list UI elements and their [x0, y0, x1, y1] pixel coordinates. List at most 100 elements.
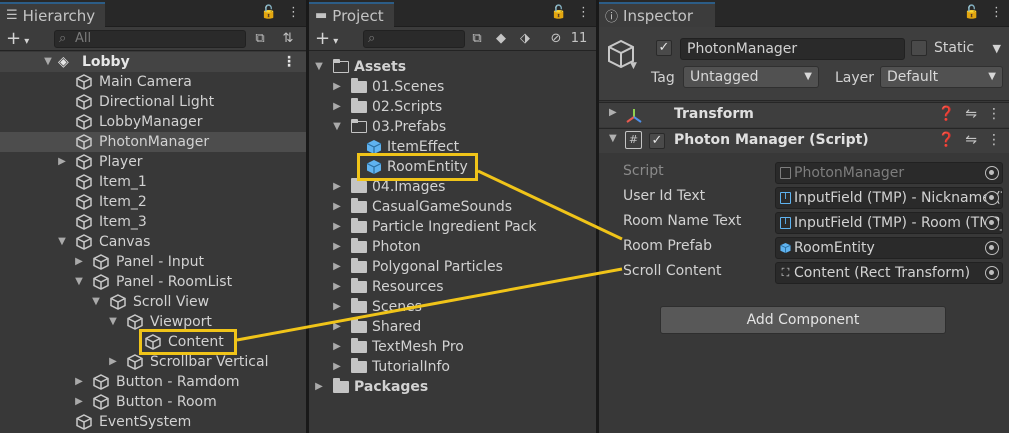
object-picker-icon[interactable]: [985, 166, 999, 180]
object-picker-icon[interactable]: [985, 216, 999, 230]
user-id-text-object-field[interactable]: I InputField (TMP) - Nickname (TMP_Input…: [775, 187, 1003, 209]
hierarchy-item[interactable]: ▶ Panel - Input: [0, 252, 306, 272]
collapse-arrow-icon[interactable]: ▶: [56, 152, 68, 172]
hierarchy-item[interactable]: Item_2: [0, 192, 306, 212]
component-enabled-checkbox[interactable]: ✓: [649, 133, 665, 149]
lock-icon[interactable]: 🔓: [551, 5, 567, 20]
collapse-arrow-icon[interactable]: ▶: [107, 352, 119, 372]
project-folder-item[interactable]: ▶ Particle Ingredient Pack: [309, 217, 596, 237]
project-folder-item[interactable]: ▼ Assets: [309, 57, 596, 77]
kebab-menu-icon[interactable]: ⋮: [287, 5, 300, 20]
tag-dropdown[interactable]: Untagged ▼: [683, 66, 819, 88]
collapse-arrow-icon[interactable]: ▶: [331, 237, 343, 257]
script-object-field[interactable]: PhotonManager: [775, 162, 1003, 184]
photon-manager-component-header[interactable]: ▼ # ✓ Photon Manager (Script) ❓ ⇋ ⋮: [599, 128, 1009, 153]
scene-kebab-icon[interactable]: ⋮: [282, 52, 296, 72]
expand-arrow-icon[interactable]: ▼: [90, 292, 102, 312]
collapse-arrow-icon[interactable]: ▶: [331, 77, 343, 97]
hierarchy-item[interactable]: ▶ Button - Ramdom: [0, 372, 306, 392]
active-checkbox[interactable]: ✓: [656, 40, 672, 56]
collapse-arrow-icon[interactable]: ▶: [331, 217, 343, 237]
expand-arrow-icon[interactable]: ▼: [313, 57, 325, 77]
project-folder-item[interactable]: ▼ 03.Prefabs: [309, 117, 596, 137]
project-folder-item[interactable]: ▶ TutorialInfo: [309, 357, 596, 377]
help-icon[interactable]: ❓: [938, 132, 955, 148]
preset-sliders-icon[interactable]: ⇋: [965, 132, 977, 148]
object-picker-icon[interactable]: [985, 241, 999, 255]
project-folder-item[interactable]: ▶ Polygonal Particles: [309, 257, 596, 277]
lock-icon[interactable]: 🔓: [261, 5, 277, 20]
project-folder-item[interactable]: ▶ TextMesh Pro: [309, 337, 596, 357]
filter-type-icon[interactable]: ◆: [491, 30, 511, 48]
project-search-input[interactable]: ⌕: [363, 30, 465, 48]
hierarchy-item[interactable]: ▼ Canvas: [0, 232, 306, 252]
room-prefab-object-field[interactable]: RoomEntity: [775, 237, 1003, 259]
kebab-menu-icon[interactable]: ⋮: [577, 5, 590, 20]
hierarchy-item[interactable]: Main Camera: [0, 72, 306, 92]
project-prefab-item[interactable]: RoomEntity: [309, 157, 596, 177]
add-component-button[interactable]: Add Component: [660, 306, 946, 334]
expand-arrow-icon[interactable]: ▼: [609, 133, 617, 144]
scroll-content-object-field[interactable]: ⛶ Content (Rect Transform): [775, 262, 1003, 284]
static-checkbox[interactable]: [911, 40, 927, 56]
collapse-arrow-icon[interactable]: ▶: [609, 107, 617, 118]
collapse-arrow-icon[interactable]: ▶: [73, 252, 85, 272]
create-plus-icon[interactable]: + ▾: [315, 28, 338, 49]
inspector-tab[interactable]: ⓘ Inspector: [599, 2, 715, 27]
expand-arrow-icon[interactable]: ▼: [73, 272, 85, 292]
project-folder-item[interactable]: ▶ 01.Scenes: [309, 77, 596, 97]
create-plus-icon[interactable]: + ▾: [6, 28, 29, 49]
room-name-text-object-field[interactable]: I InputField (TMP) - Room (TMP_InputFiel…: [775, 212, 1003, 234]
collapse-arrow-icon[interactable]: ▶: [331, 337, 343, 357]
project-folder-item[interactable]: ▶ Resources: [309, 277, 596, 297]
hidden-packages-icon[interactable]: ⊘: [543, 30, 569, 48]
hierarchy-item[interactable]: Item_3: [0, 212, 306, 232]
collapse-arrow-icon[interactable]: ▶: [331, 177, 343, 197]
expand-arrow-icon[interactable]: ▼: [42, 52, 54, 72]
project-folder-item[interactable]: ▶ Scenes: [309, 297, 596, 317]
project-folder-item[interactable]: ▶ CasualGameSounds: [309, 197, 596, 217]
collapse-arrow-icon[interactable]: ▶: [313, 377, 325, 397]
hierarchy-item[interactable]: LobbyManager: [0, 112, 306, 132]
project-folder-item[interactable]: ▶ Shared: [309, 317, 596, 337]
collapse-arrow-icon[interactable]: ▶: [331, 257, 343, 277]
layer-dropdown[interactable]: Default ▼: [880, 66, 1003, 88]
kebab-menu-icon[interactable]: ⋮: [990, 5, 1003, 20]
project-folder-item[interactable]: ▶ Packages: [309, 377, 596, 397]
hierarchy-item[interactable]: PhotonManager: [0, 132, 306, 152]
static-dropdown-icon[interactable]: ▼: [993, 42, 1001, 55]
collapse-arrow-icon[interactable]: ▶: [331, 97, 343, 117]
scene-row-lobby[interactable]: ▼ ◈ Lobby ⋮: [0, 52, 306, 72]
collapse-arrow-icon[interactable]: ▶: [331, 357, 343, 377]
project-folder-item[interactable]: ▶ 02.Scripts: [309, 97, 596, 117]
hierarchy-item[interactable]: Content: [0, 332, 306, 352]
project-folder-item[interactable]: ▶ 04.Images: [309, 177, 596, 197]
hierarchy-item[interactable]: ▶ Scrollbar Vertical: [0, 352, 306, 372]
object-name-field[interactable]: PhotonManager: [680, 38, 905, 60]
collapse-arrow-icon[interactable]: ▶: [331, 317, 343, 337]
hierarchy-item[interactable]: ▼ Scroll View: [0, 292, 306, 312]
sort-icon[interactable]: ⇅: [278, 30, 298, 48]
hierarchy-item[interactable]: ▶ Player: [0, 152, 306, 172]
hierarchy-item[interactable]: EventSystem: [0, 412, 306, 432]
object-picker-icon[interactable]: [985, 191, 999, 205]
component-kebab-icon[interactable]: ⋮: [987, 132, 1001, 148]
collapse-arrow-icon[interactable]: ▶: [331, 297, 343, 317]
expand-arrow-icon[interactable]: ▼: [331, 117, 343, 137]
preset-sliders-icon[interactable]: ⇋: [965, 106, 977, 122]
hierarchy-item[interactable]: ▼ Viewport: [0, 312, 306, 332]
hierarchy-item[interactable]: ▼ Panel - RoomList: [0, 272, 306, 292]
help-icon[interactable]: ❓: [938, 106, 955, 122]
label-filter-icon[interactable]: ⬗: [515, 30, 535, 48]
search-by-type-icon[interactable]: ⧉: [467, 30, 487, 48]
transform-component-header[interactable]: ▶ Transform ❓ ⇋ ⋮: [599, 102, 1009, 127]
hierarchy-tab[interactable]: ☰ Hierarchy: [0, 2, 106, 27]
collapse-arrow-icon[interactable]: ▶: [331, 197, 343, 217]
hierarchy-item[interactable]: ▶ Button - Room: [0, 392, 306, 412]
component-kebab-icon[interactable]: ⋮: [987, 106, 1001, 122]
object-picker-icon[interactable]: [985, 266, 999, 280]
hierarchy-item[interactable]: Directional Light: [0, 92, 306, 112]
lock-icon[interactable]: 🔓: [964, 5, 980, 20]
hierarchy-item[interactable]: Item_1: [0, 172, 306, 192]
icon-dropdown-arrow-icon[interactable]: ▼: [630, 61, 637, 71]
